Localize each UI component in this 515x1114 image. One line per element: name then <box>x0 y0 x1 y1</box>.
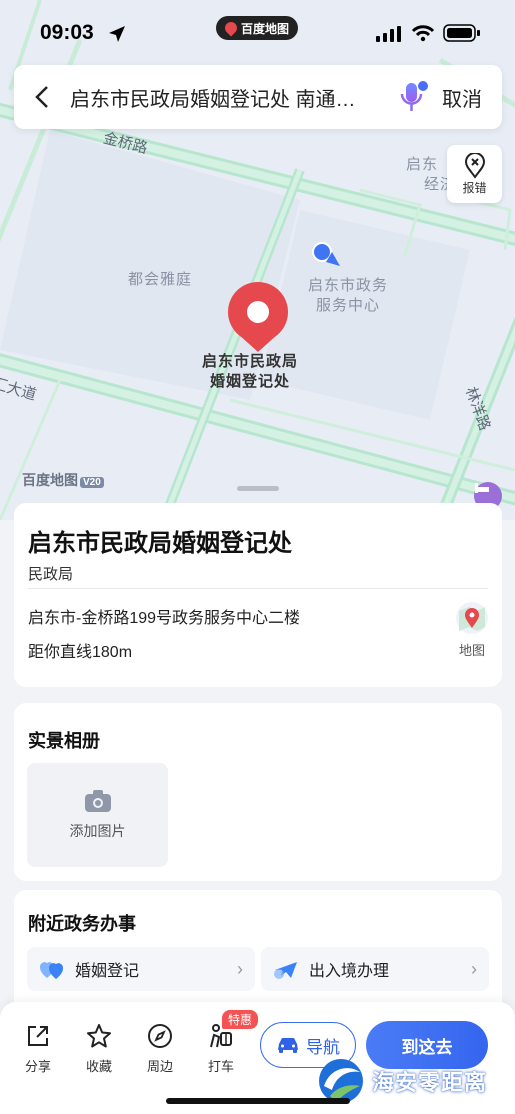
watermark-text: 海安零距离 <box>372 1070 488 1095</box>
nearby-label: 周边 <box>146 1059 173 1074</box>
poi-info-card: 启东市民政局婚姻登记处 民政局 启东市-金桥路199号政务服务中心二楼 距你直线… <box>14 503 502 687</box>
gov-item-label: 婚姻登记 <box>75 963 140 980</box>
poi-address[interactable]: 启东市-金桥路199号政务服务中心二楼 <box>28 604 300 628</box>
share-button[interactable]: 分享 <box>16 1022 60 1075</box>
poi-category: 民政局 <box>28 566 74 583</box>
chevron-right-icon: › <box>237 958 243 979</box>
wifi-icon <box>411 25 435 42</box>
place-label-marriage-office: 启东市民政局 婚姻登记处 <box>202 353 299 390</box>
camera-icon <box>84 790 111 812</box>
favorite-label: 收藏 <box>85 1059 112 1074</box>
status-bar: 09:03 百度地图 <box>0 0 515 64</box>
cancel-button[interactable]: 取消 <box>438 83 502 112</box>
gov-item-label: 出入境办理 <box>309 963 390 980</box>
star-icon <box>87 1024 111 1048</box>
sheet-drag-handle[interactable] <box>237 486 279 491</box>
map-pin-icon <box>456 602 488 634</box>
divider <box>28 588 488 589</box>
promo-badge: 特惠 <box>222 1010 259 1029</box>
status-time: 09:03 <box>40 21 94 44</box>
airplane-icon <box>273 956 299 982</box>
home-indicator <box>166 1098 350 1104</box>
voice-search-button[interactable] <box>390 65 438 129</box>
app-badge-label: 百度地图 <box>240 21 289 36</box>
report-error-button[interactable]: 报错 <box>447 145 502 203</box>
poi-title: 启东市民政局婚姻登记处 <box>28 530 292 557</box>
navigate-label: 导航 <box>306 1037 340 1057</box>
baidu-pin-icon <box>222 19 240 37</box>
search-input[interactable]: 启东市民政局婚姻登记处 南通… <box>70 83 390 112</box>
photo-album-card: 实景相册 添加图片 <box>14 703 502 881</box>
poi-distance: 距你直线180m <box>28 644 133 661</box>
taxi-label: 打车 <box>207 1059 234 1074</box>
battery-icon <box>443 24 480 42</box>
place-label-duhui: 都会雅庭 <box>128 271 193 288</box>
gov-item-immigration[interactable]: 出入境办理 › <box>261 947 489 991</box>
map-logo: 百度地图 V20 <box>22 470 104 490</box>
report-error-label: 报错 <box>462 180 487 195</box>
compass-icon <box>148 1024 172 1048</box>
add-photo-button[interactable]: 添加图片 <box>27 763 168 867</box>
place-label-qidong: 启东 <box>406 156 439 173</box>
share-label: 分享 <box>24 1059 51 1074</box>
pin-x-icon <box>464 152 485 179</box>
gov-item-marriage[interactable]: 婚姻登记 › <box>27 947 255 991</box>
open-map-label: 地图 <box>458 643 485 658</box>
favorite-button[interactable]: 收藏 <box>77 1022 121 1075</box>
nearby-button[interactable]: 周边 <box>138 1022 182 1075</box>
chevron-right-icon: › <box>471 958 477 979</box>
signal-icon <box>376 26 401 42</box>
hearts-icon <box>39 956 65 982</box>
location-arrow-icon <box>109 26 125 42</box>
photo-album-title: 实景相册 <box>28 731 100 751</box>
back-button[interactable] <box>14 65 70 129</box>
map-logo-text: 百度地图 <box>22 472 78 488</box>
map-logo-version: V20 <box>80 477 104 488</box>
share-icon <box>28 1026 48 1046</box>
car-icon <box>278 1038 298 1053</box>
microphone-icon <box>400 81 428 111</box>
add-photo-label: 添加图片 <box>69 823 126 839</box>
app-badge: 百度地图 <box>216 16 298 40</box>
open-map-button[interactable]: 地图 <box>454 601 490 659</box>
chevron-left-icon <box>35 86 48 108</box>
gov-services-title: 附近政务办事 <box>28 914 136 934</box>
place-label-service-center: 启东市政务 服务中心 <box>308 277 389 314</box>
search-bar: 启东市民政局婚姻登记处 南通… 取消 <box>14 65 502 129</box>
taxi-button[interactable]: 打车 <box>199 1022 243 1075</box>
